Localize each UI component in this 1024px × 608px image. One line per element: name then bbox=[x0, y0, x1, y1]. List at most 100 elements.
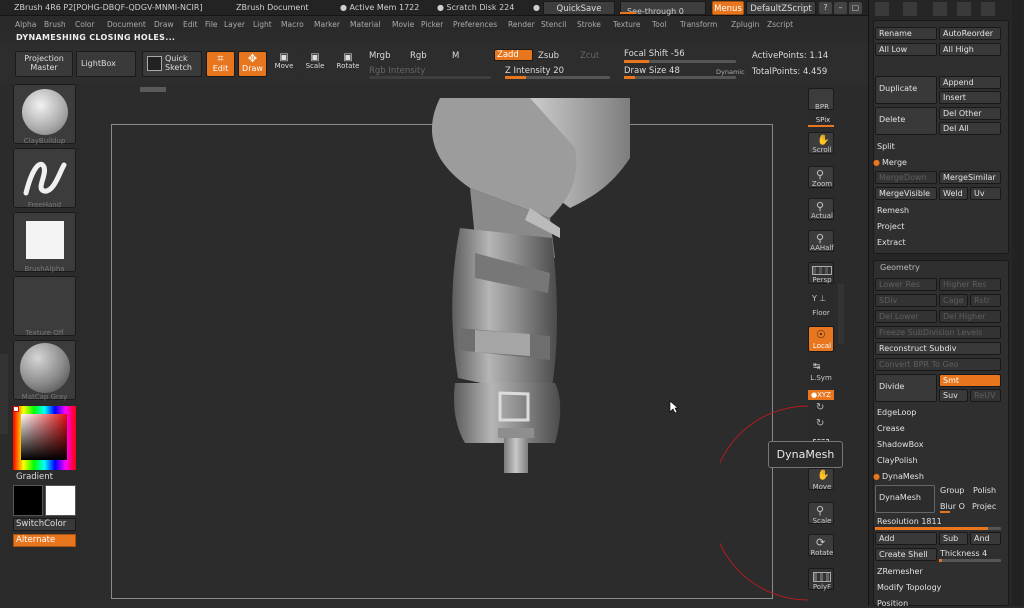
alternate-button[interactable]: Alternate bbox=[13, 534, 76, 547]
dynamic-toggle[interactable]: Dynamic bbox=[716, 68, 745, 76]
rotate-y-icon[interactable]: ↻ bbox=[816, 402, 824, 413]
move-button[interactable]: ▣ Move bbox=[271, 51, 297, 77]
all-high-button[interactable]: All High bbox=[939, 43, 1001, 56]
scale-button[interactable]: ▣ Scale bbox=[302, 51, 328, 77]
menu-stroke[interactable]: Stroke bbox=[577, 20, 601, 29]
help-icon[interactable]: ? bbox=[819, 2, 832, 14]
bpr-button[interactable]: BPR bbox=[808, 88, 834, 111]
trash-icon[interactable] bbox=[981, 2, 995, 16]
menu-brush[interactable]: Brush bbox=[44, 20, 66, 29]
uv-button[interactable]: Uv bbox=[970, 187, 1001, 200]
alpha-thumbnail[interactable] bbox=[13, 212, 76, 272]
dynamesh-button[interactable]: DynaMesh bbox=[875, 485, 935, 513]
claypolish-subpalette[interactable]: ClayPolish bbox=[877, 456, 918, 465]
sdiv-slider[interactable]: SDiv bbox=[875, 294, 937, 307]
menu-material[interactable]: Material bbox=[350, 20, 380, 29]
brush-thumbnail[interactable] bbox=[13, 84, 76, 144]
menu-movie[interactable]: Movie bbox=[392, 20, 414, 29]
spix-slider[interactable]: SPix bbox=[806, 116, 840, 124]
primary-color-swatch[interactable] bbox=[45, 485, 76, 516]
focal-shift-slider[interactable]: Focal Shift -56 bbox=[624, 49, 685, 59]
maximize-icon[interactable]: ▢ bbox=[849, 2, 862, 14]
menu-color[interactable]: Color bbox=[75, 20, 95, 29]
menu-zscript[interactable]: Zscript bbox=[767, 20, 793, 29]
suv-toggle[interactable]: Suv bbox=[939, 389, 968, 402]
higher-res-button[interactable]: Higher Res bbox=[939, 278, 1001, 291]
local-button[interactable]: ☉ Local bbox=[808, 326, 834, 352]
default-zscript-button[interactable]: DefaultZScript bbox=[746, 1, 816, 15]
palette-icon-1[interactable] bbox=[875, 2, 889, 16]
menu-alpha[interactable]: Alpha bbox=[15, 20, 36, 29]
add-toggle[interactable]: Add bbox=[875, 532, 937, 545]
polish-toggle[interactable]: Polish bbox=[973, 486, 996, 495]
stroke-thumbnail[interactable] bbox=[13, 148, 76, 208]
draw-button[interactable]: ✥ Draw bbox=[238, 51, 267, 77]
scroll-button[interactable]: ✋ Scroll bbox=[808, 132, 834, 154]
reuv-button[interactable]: ReUV bbox=[970, 389, 1001, 402]
m-button[interactable]: M bbox=[452, 51, 459, 61]
menu-marker[interactable]: Marker bbox=[314, 20, 340, 29]
menu-texture[interactable]: Texture bbox=[613, 20, 640, 29]
palette-icon-4[interactable] bbox=[957, 2, 971, 16]
rstr-button[interactable]: Rstr bbox=[970, 294, 1001, 307]
zsub-button[interactable]: Zsub bbox=[538, 51, 559, 61]
del-all-button[interactable]: Del All bbox=[939, 122, 1001, 135]
lock-icon[interactable] bbox=[933, 2, 947, 16]
quick-sketch-button[interactable]: Quick Sketch bbox=[142, 51, 202, 77]
project-subpalette[interactable]: Project bbox=[877, 222, 904, 231]
dynamesh-subpalette[interactable]: ● DynaMesh bbox=[873, 472, 924, 481]
blur-slider[interactable]: Blur O bbox=[940, 502, 965, 511]
del-other-button[interactable]: Del Other bbox=[939, 107, 1001, 120]
lsym-button[interactable]: ↹ L.Sym bbox=[808, 362, 834, 384]
floor-button[interactable]: Y ⊥ Floor bbox=[808, 294, 834, 317]
delete-button[interactable]: Delete bbox=[875, 107, 937, 135]
reconstruct-subdiv-button[interactable]: Reconstruct Subdiv bbox=[875, 342, 1001, 355]
menu-document[interactable]: Document bbox=[107, 20, 146, 29]
actual-button[interactable]: ⚲ Actual bbox=[808, 198, 834, 220]
palette-scrollbar[interactable] bbox=[1012, 0, 1023, 606]
mrgb-button[interactable]: Mrgb bbox=[369, 51, 390, 61]
minimize-icon[interactable]: – bbox=[834, 2, 847, 14]
secondary-color-swatch[interactable] bbox=[13, 485, 43, 516]
del-higher-button[interactable]: Del Higher bbox=[939, 310, 1001, 323]
all-low-button[interactable]: All Low bbox=[875, 43, 937, 56]
color-picker[interactable] bbox=[13, 406, 76, 470]
menu-light[interactable]: Light bbox=[253, 20, 272, 29]
position-subpalette[interactable]: Position bbox=[877, 599, 908, 608]
insert-button[interactable]: Insert bbox=[939, 91, 1001, 104]
zcut-button[interactable]: Zcut bbox=[580, 51, 599, 61]
thickness-slider[interactable]: Thickness 4 bbox=[940, 549, 987, 558]
merge-down-button[interactable]: MergeDown bbox=[875, 171, 937, 184]
draw-size-slider[interactable]: Draw Size 48 bbox=[624, 66, 680, 76]
convert-bpr-button[interactable]: Convert BPR To Geo bbox=[875, 358, 1001, 371]
switch-color-button[interactable]: SwitchColor bbox=[13, 518, 76, 531]
zremesher-subpalette[interactable]: ZRemesher bbox=[877, 567, 923, 576]
z-intensity-slider[interactable]: Z Intensity 20 bbox=[505, 66, 564, 76]
menu-draw[interactable]: Draw bbox=[154, 20, 174, 29]
polyf-button[interactable]: PolyF bbox=[808, 568, 834, 591]
gradient-label[interactable]: Gradient bbox=[16, 472, 53, 482]
smt-toggle[interactable]: Smt bbox=[939, 374, 1001, 387]
shadowbox-subpalette[interactable]: ShadowBox bbox=[877, 440, 923, 449]
resolution-slider[interactable]: Resolution 1811 bbox=[877, 517, 942, 526]
rotate-view-button[interactable]: ⟳ Rotate bbox=[808, 534, 834, 557]
canvas-scroll-indicator[interactable] bbox=[140, 87, 166, 92]
extract-subpalette[interactable]: Extract bbox=[877, 238, 906, 247]
right-tool-strip-grip[interactable] bbox=[838, 284, 844, 344]
persp-button[interactable]: Persp bbox=[808, 262, 834, 284]
split-subpalette[interactable]: Split bbox=[877, 142, 895, 151]
zoom-button[interactable]: ⚲ Zoom bbox=[808, 166, 834, 188]
zadd-button[interactable]: Zadd bbox=[494, 49, 533, 61]
rgb-intensity-slider[interactable]: Rgb Intensity bbox=[369, 66, 425, 76]
aahalf-button[interactable]: ⚲ AAHalf bbox=[808, 230, 834, 252]
menu-zplugin[interactable]: Zplugin bbox=[731, 20, 759, 29]
material-thumbnail[interactable] bbox=[13, 340, 76, 400]
menu-file[interactable]: File bbox=[205, 20, 218, 29]
menu-macro[interactable]: Macro bbox=[281, 20, 304, 29]
group-toggle[interactable]: Group bbox=[940, 486, 964, 495]
menu-stencil[interactable]: Stencil bbox=[541, 20, 566, 29]
divide-button[interactable]: Divide bbox=[875, 374, 937, 402]
autoreorder-button[interactable]: AutoReorder bbox=[939, 27, 1001, 40]
sub-toggle[interactable]: Sub bbox=[939, 532, 968, 545]
cage-button[interactable]: Cage bbox=[939, 294, 968, 307]
